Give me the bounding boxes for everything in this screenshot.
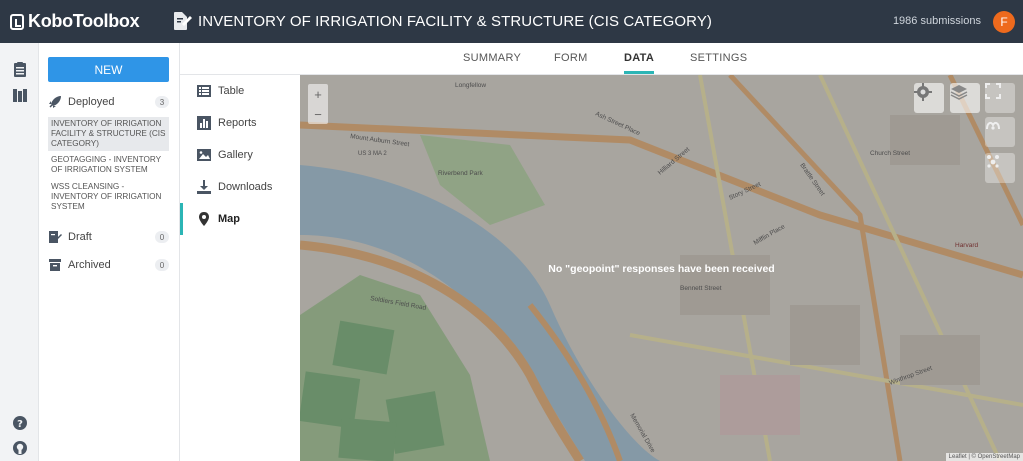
form-title: INVENTORY OF IRRIGATION FACILITY & STRUC… <box>198 13 713 30</box>
submenu-reports-label: Reports <box>218 117 257 129</box>
cluster-icon <box>987 155 999 168</box>
archived-category[interactable]: Archived 0 <box>48 256 169 274</box>
bar-chart-icon <box>196 115 212 131</box>
submission-count: 1986 submissions <box>892 15 981 27</box>
kobo-logo[interactable]: KoboToolbox <box>0 11 170 32</box>
archive-icon <box>48 258 62 272</box>
heatmap-icon <box>986 121 1000 130</box>
svg-text:?: ? <box>17 419 23 430</box>
submenu-map[interactable]: Map <box>180 203 300 235</box>
archived-label: Archived <box>68 259 111 271</box>
submenu-gallery[interactable]: Gallery <box>180 139 300 171</box>
image-icon <box>196 147 212 163</box>
cluster-button[interactable] <box>985 153 1015 183</box>
fullscreen-icon <box>985 83 1001 99</box>
empty-map-message: No "geopoint" responses have been receiv… <box>548 263 775 275</box>
submenu-gallery-label: Gallery <box>218 149 253 161</box>
draft-count: 0 <box>155 231 169 243</box>
deployed-label: Deployed <box>68 96 115 108</box>
left-rail: ? <box>0 43 39 461</box>
gear-icon <box>914 83 932 101</box>
tab-form[interactable]: FORM <box>554 52 588 64</box>
map-pin-icon <box>196 211 212 227</box>
layers-icon <box>950 85 968 100</box>
table-icon <box>196 83 212 99</box>
draft-label: Draft <box>68 231 92 243</box>
github-icon[interactable] <box>12 440 28 456</box>
map-settings-button[interactable] <box>914 83 944 113</box>
project-sidebar: NEW Deployed 3 INVENTORY OF IRRIGATION F… <box>39 43 180 461</box>
user-avatar[interactable]: F <box>993 11 1015 33</box>
map-attribution[interactable]: Leaflet | © OpenStreetMap <box>945 453 1023 461</box>
fullscreen-button[interactable] <box>985 83 1015 113</box>
draft-category[interactable]: Draft 0 <box>48 228 169 246</box>
top-header: KoboToolbox INVENTORY OF IRRIGATION FACI… <box>0 0 1023 43</box>
submenu-table-label: Table <box>218 85 245 97</box>
submenu-map-label: Map <box>218 213 240 225</box>
submenu-downloads[interactable]: Downloads <box>180 171 300 203</box>
form-tabs: SUMMARY FORM DATA SETTINGS <box>180 43 1023 75</box>
projects-icon[interactable] <box>12 62 28 78</box>
draft-icon <box>48 230 62 244</box>
submenu-table[interactable]: Table <box>180 75 300 107</box>
zoom-out-button[interactable]: − <box>308 104 328 124</box>
logo-text: KoboToolbox <box>28 11 140 31</box>
form-deployed-icon <box>172 10 192 34</box>
map-layers-button[interactable] <box>950 83 980 113</box>
download-icon <box>196 179 212 195</box>
kobo-logo-icon <box>10 13 24 30</box>
submenu-reports[interactable]: Reports <box>180 107 300 139</box>
data-submenu: Table Reports Gallery Downloads Map <box>180 75 300 461</box>
heatmap-button[interactable] <box>985 117 1015 147</box>
help-icon[interactable]: ? <box>12 415 28 431</box>
project-item[interactable]: GEOTAGGING - INVENTORY OF IRRIGATION SYS… <box>48 153 169 177</box>
zoom-control: + − <box>308 84 328 124</box>
project-item-active[interactable]: INVENTORY OF IRRIGATION FACILITY & STRUC… <box>48 117 169 151</box>
tab-settings[interactable]: SETTINGS <box>690 52 747 64</box>
deployed-count: 3 <box>155 96 169 108</box>
new-project-button[interactable]: NEW <box>48 57 169 82</box>
tab-summary[interactable]: SUMMARY <box>463 52 521 64</box>
zoom-in-button[interactable]: + <box>308 84 328 104</box>
submenu-downloads-label: Downloads <box>218 181 273 193</box>
map-view[interactable]: Mount Auburn Street Ash Street Place Lon… <box>300 75 1023 461</box>
tab-data[interactable]: DATA <box>624 52 655 74</box>
library-icon[interactable] <box>12 87 28 103</box>
archived-count: 0 <box>155 259 169 271</box>
project-item[interactable]: WSS CLEANSING - INVENTORY OF IRRIGATION … <box>48 180 169 214</box>
deployed-category[interactable]: Deployed 3 <box>48 93 169 111</box>
rocket-icon <box>48 95 62 109</box>
